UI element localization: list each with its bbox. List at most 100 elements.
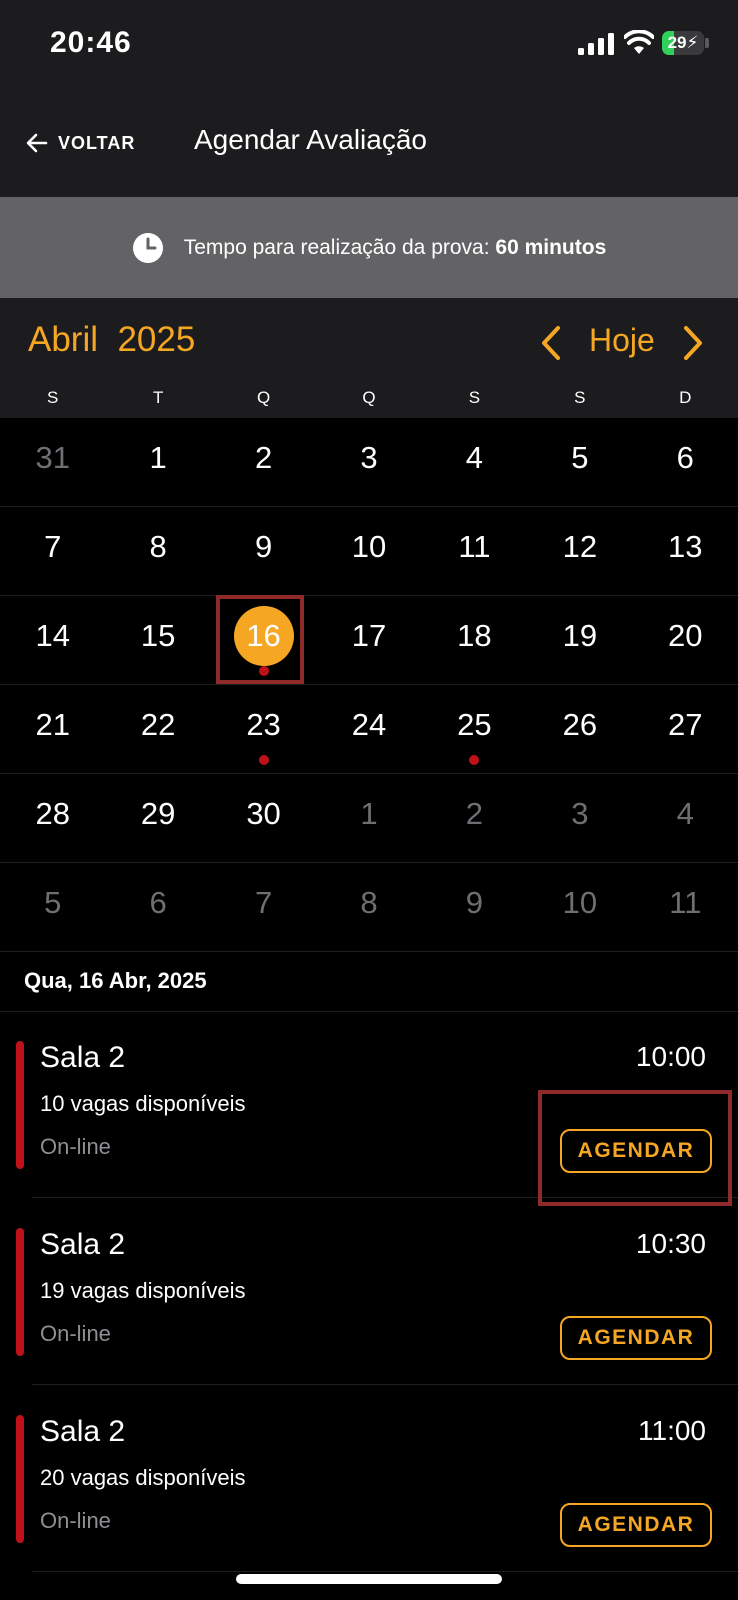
calendar-day[interactable]: 3 [316,418,422,507]
calendar-day[interactable]: 25 [421,685,528,774]
calendar-day[interactable]: 5 [0,863,106,952]
divider [32,1571,738,1572]
calendar-day[interactable]: 2 [421,774,528,863]
calendar-day[interactable]: 5 [527,418,633,507]
day-number: 9 [465,885,484,920]
page-title: Agendar Avaliação [194,124,427,155]
calendar-day[interactable]: 1 [316,774,422,863]
today-button[interactable]: Hoje [589,322,655,359]
slot-time: 11:00 [638,1415,706,1446]
calendar-day[interactable]: 11 [421,507,528,596]
slot-room: Sala 2 [40,1041,126,1074]
calendar-day[interactable]: 11 [632,863,738,952]
chevron-right-icon[interactable] [680,324,708,362]
calendar-day[interactable]: 24 [316,685,422,774]
time-slot: Sala 2 10 vagas disponíveis On-line 10:00 AG… [0,1011,738,1198]
calendar-day[interactable]: 9 [421,863,528,952]
slot-time: 10:00 [635,1041,706,1072]
event-dot [258,755,269,765]
day-number: 25 [457,707,492,742]
day-number: 31 [35,440,70,475]
calendar-day[interactable]: 15 [105,596,211,685]
calendar-day[interactable]: 2 [210,418,317,507]
calendar-day[interactable]: 4 [421,418,528,507]
calendar-day[interactable]: 4 [632,774,738,863]
day-number: 1 [149,440,167,475]
calendar-day[interactable]: 8 [105,507,211,596]
calendar-day[interactable]: 14 [0,596,106,685]
status-bar: 20:46 29⚡ [0,0,738,90]
day-number: 3 [360,440,378,475]
calendar-day[interactable]: 30 [210,774,317,863]
calendar-day[interactable]: 29 [105,774,211,863]
agendar-button[interactable]: AGENDAR [560,1316,712,1360]
slot-availability: 20 vagas disponíveis [40,1465,246,1490]
day-number: 21 [35,707,70,742]
day-number: 1 [360,796,378,831]
calendar-day[interactable]: 18 [421,596,528,685]
chevron-left-icon[interactable] [536,324,564,362]
day-number: 13 [668,529,703,564]
day-number: 4 [465,440,484,475]
calendar-day[interactable]: 13 [632,507,738,596]
day-number: 20 [668,618,703,653]
calendar-day[interactable]: 27 [632,685,738,774]
weekday-label: Q [362,388,376,407]
calendar-grid: 31 1 2 3 4 5 6 7 8 9 10 11 12 13 14 15 16 17 18 19 20 21 22 23 2… [0,418,738,954]
agendar-button[interactable]: AGENDAR [560,1503,712,1547]
day-number: 12 [562,529,598,564]
calendar-day[interactable]: 23 [210,685,317,774]
calendar-day[interactable]: 10 [527,863,633,952]
arrow-left-icon [26,133,48,153]
calendar-day[interactable]: 31 [0,418,106,507]
event-dot [258,666,269,676]
day-number: 10 [562,885,598,920]
calendar-day[interactable]: 28 [0,774,106,863]
battery-level: 29 [667,33,687,52]
calendar-day[interactable]: 1 [105,418,211,507]
agendar-button[interactable]: AGENDAR [560,1129,712,1173]
slot-accent-bar [16,1228,24,1356]
calendar-day[interactable]: 6 [105,863,211,952]
slot-mode: On-line [40,1134,111,1159]
calendar-day[interactable]: 17 [316,596,422,685]
home-indicator [236,1574,502,1584]
calendar-day[interactable]: 12 [527,507,633,596]
exam-duration-banner: Tempo para realização da prova: 60 minut… [0,197,738,298]
slot-accent-bar [16,1415,24,1543]
calendar-day[interactable]: 7 [210,863,317,952]
calendar-day[interactable]: 3 [527,774,633,863]
day-number: 2 [465,796,484,831]
month-year-label: Abril 2025 [28,320,196,359]
day-number: 14 [35,618,70,653]
day-number: 28 [35,796,70,831]
calendar-day[interactable]: 6 [632,418,738,507]
nav-bar: VOLTAR Agendar Avaliação [0,90,738,197]
slot-room: Sala 2 [40,1228,126,1261]
calendar-day[interactable]: 26 [527,685,633,774]
calendar-day[interactable]: 9 [210,507,317,596]
day-number: 4 [676,796,694,831]
day-number: 6 [149,885,167,920]
cellular-signal-icon [578,33,614,55]
calendar-day[interactable]: 21 [0,685,106,774]
weekday-label: T [152,388,164,407]
day-number: 11 [669,885,702,920]
weekday-label: S [47,388,59,407]
calendar-day[interactable]: 20 [632,596,738,685]
calendar-day[interactable]: 7 [0,507,106,596]
day-number: 7 [254,885,273,920]
weekday-row: STQQSSD [0,388,738,418]
slot-availability: 10 vagas disponíveis [40,1091,246,1116]
time-slot: Sala 2 19 vagas disponíveis On-line 10:30 AG… [0,1198,738,1385]
calendar-day[interactable]: 22 [105,685,211,774]
time-slot: Sala 2 20 vagas disponíveis On-line 11:00 AG… [0,1385,738,1572]
calendar-day[interactable]: 10 [316,507,422,596]
calendar-day[interactable]: 8 [316,863,422,952]
back-label: VOLTAR [58,132,136,153]
day-number: 5 [571,440,589,475]
back-button[interactable]: VOLTAR [26,128,135,158]
weekday-label: Q [256,388,271,407]
calendar-day-selected[interactable]: 16 [210,596,317,685]
calendar-day[interactable]: 19 [527,596,633,685]
